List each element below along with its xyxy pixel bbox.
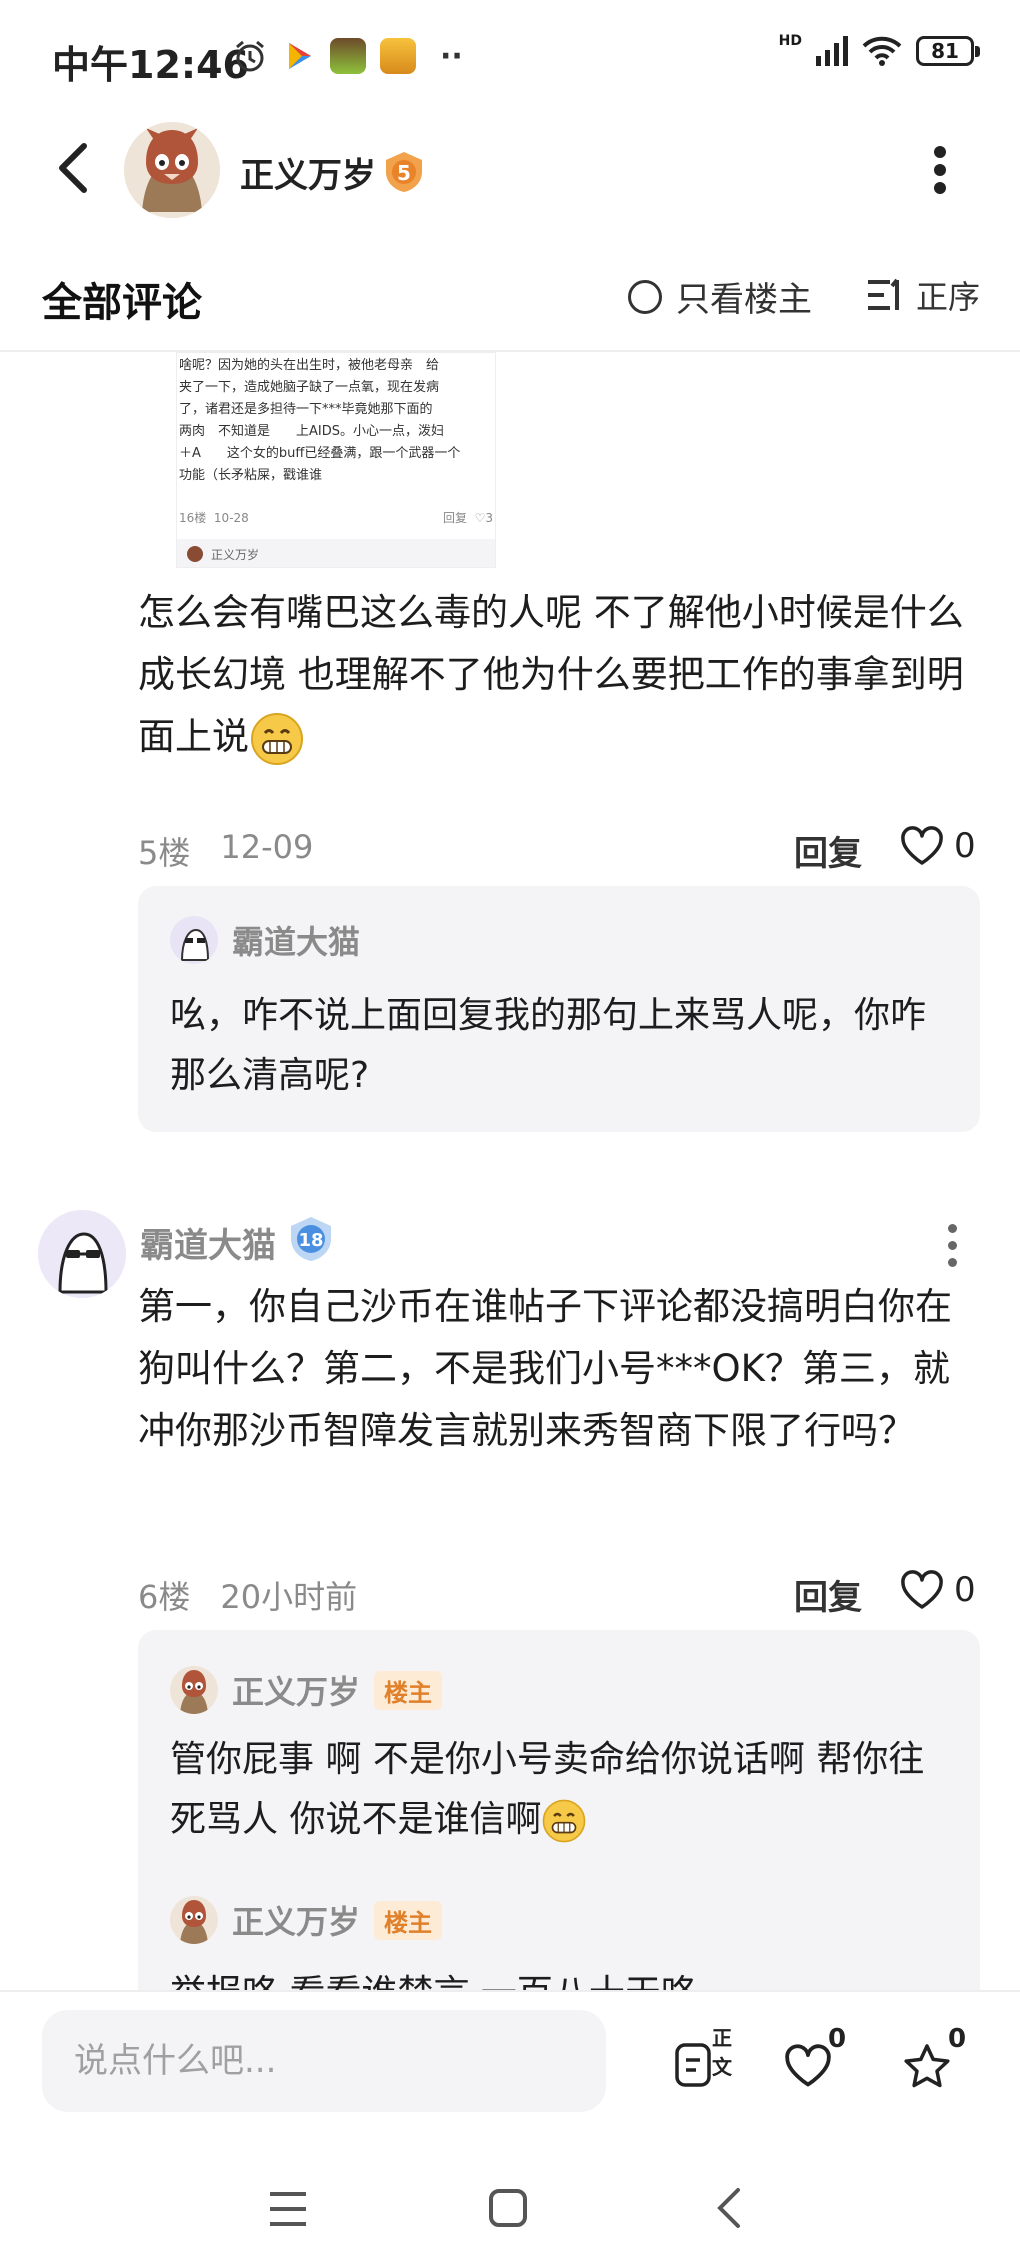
commenter-name[interactable]: 霸道大猫 bbox=[140, 1218, 276, 1267]
document-button[interactable]: 正文 bbox=[668, 2026, 732, 2094]
like-count: 0 bbox=[954, 826, 976, 866]
play-store-icon bbox=[289, 43, 311, 69]
level-badge: 18 bbox=[291, 1217, 331, 1261]
author-name[interactable]: 正义万岁 bbox=[240, 148, 376, 197]
comment-date: 20小时前 bbox=[220, 1578, 358, 1616]
signal-icon bbox=[816, 36, 848, 66]
reply-text: 吆，咋不说上面回复我的那句上来骂人呢，你咋那么清高呢? bbox=[170, 995, 927, 1096]
op-badge: 楼主 bbox=[374, 1670, 443, 1710]
only-op-label: 只看楼主 bbox=[676, 280, 812, 320]
home-square-icon[interactable] bbox=[488, 2188, 528, 2228]
op-badge: 楼主 bbox=[374, 1900, 443, 1940]
reply-text: 管你屁事 啊 不是你小号卖命给你说话啊 帮你往死骂人 你说不是谁信啊 bbox=[170, 1730, 960, 1850]
level-badge: 5 bbox=[386, 152, 422, 192]
comment-6-meta: 6楼 20小时前 bbox=[138, 1572, 357, 1618]
document-label: 正文 bbox=[712, 2026, 732, 2079]
reply-header: 正义万岁 楼主 bbox=[170, 1896, 443, 1944]
system-nav-bar bbox=[0, 2150, 1020, 2267]
embedded-date: 10-28 bbox=[213, 511, 249, 525]
back-arrow-icon[interactable] bbox=[56, 142, 90, 194]
heart-icon bbox=[785, 2044, 831, 2087]
status-bar: 中午12:46 ·· HD 81 bbox=[0, 0, 1020, 110]
reply-box[interactable]: 正义万岁 楼主 管你屁事 啊 不是你小号卖命给你说话啊 帮你往死骂人 你说不是谁… bbox=[138, 1630, 980, 2010]
embedded-reply: 回复 bbox=[442, 511, 467, 525]
embedded-likes: 3 bbox=[485, 511, 493, 525]
embedded-user-bar: 正义万岁 bbox=[177, 539, 495, 567]
comments-title: 全部评论 bbox=[42, 280, 202, 326]
status-more: ·· bbox=[440, 38, 463, 74]
reply-header: 霸道大猫 bbox=[170, 916, 360, 964]
embedded-text: 啥呢？因为她的头在出生时，被他老母亲 给 夹了一下，造成她脑子缺了一点氧，现在发… bbox=[179, 355, 493, 487]
status-time: 中午12:46 bbox=[52, 43, 249, 87]
embedded-line: 夹了一下，造成她脑子缺了一点氧，现在发病 bbox=[179, 380, 440, 395]
floor-label: 6楼 bbox=[138, 1578, 191, 1616]
avatar[interactable] bbox=[170, 1896, 218, 1944]
comment-date: 12-09 bbox=[220, 828, 314, 866]
like-post-count: 0 bbox=[828, 2024, 847, 2054]
favorite-count: 0 bbox=[948, 2024, 967, 2054]
circle-radio-icon bbox=[628, 279, 662, 314]
like-count: 0 bbox=[954, 1570, 976, 1610]
grin-emoji-icon bbox=[251, 712, 303, 765]
game-app2-icon bbox=[380, 38, 416, 74]
avatar[interactable] bbox=[170, 1666, 218, 1714]
heart-icon bbox=[901, 826, 943, 865]
grin-emoji-icon bbox=[543, 1799, 586, 1843]
network-label: HD bbox=[778, 33, 802, 49]
star-icon bbox=[904, 2044, 950, 2088]
sort-icon bbox=[868, 278, 899, 310]
reply-button[interactable]: 回复 bbox=[794, 826, 862, 875]
floor-label: 5楼 bbox=[138, 834, 191, 872]
embedded-line: 功能（长矛粘屎，戳谁谁 bbox=[179, 468, 323, 483]
comment-5-meta: 5楼 12-09 bbox=[138, 828, 313, 874]
more-vertical-icon[interactable] bbox=[930, 146, 950, 194]
battery-indicator: 81 bbox=[916, 36, 980, 66]
comment-6-text: 第一，你自己沙币在谁帖子下评论都没搞明白你在狗叫什么？第二，不是我们小号***O… bbox=[138, 1285, 952, 1452]
sort-toggle[interactable]: 正序 bbox=[866, 272, 980, 318]
embedded-screenshot-image[interactable]: 啥呢？因为她的头在出生时，被他老母亲 给 夹了一下，造成她脑子缺了一点氧，现在发… bbox=[176, 352, 496, 568]
embedded-meta: 16楼 10-28 回复 ♡3 bbox=[179, 511, 493, 525]
avatar[interactable] bbox=[170, 916, 218, 964]
heart-icon bbox=[901, 1570, 943, 1609]
embedded-user: 正义万岁 bbox=[211, 547, 260, 562]
sort-label: 正序 bbox=[916, 278, 981, 316]
nav-back-icon[interactable] bbox=[714, 2186, 744, 2230]
level-badge-text: 5 bbox=[397, 161, 411, 185]
like-button[interactable]: 0 bbox=[900, 1570, 976, 1610]
document-icon bbox=[675, 2043, 711, 2087]
comment-input[interactable]: 说点什么吧... bbox=[42, 2010, 606, 2112]
menu-icon[interactable] bbox=[268, 2190, 308, 2228]
avatar[interactable] bbox=[38, 1210, 126, 1298]
embedded-line: 了，诸君还是多担待一下***毕竟她那下面的 bbox=[179, 402, 433, 417]
reply-user-name[interactable]: 正义万岁 bbox=[232, 1667, 360, 1713]
game-app-icon bbox=[330, 38, 366, 74]
status-right-icons: HD 81 bbox=[778, 33, 980, 66]
section-divider bbox=[0, 350, 1020, 352]
status-left-icons: ·· bbox=[232, 38, 463, 74]
level-badge-text: 18 bbox=[298, 1230, 323, 1251]
alarm-icon bbox=[236, 40, 264, 72]
reply-button[interactable]: 回复 bbox=[794, 1570, 862, 1619]
embedded-line: 啥呢？因为她的头在出生时，被他老母亲 给 bbox=[179, 358, 440, 373]
embedded-avatar bbox=[187, 546, 203, 562]
embedded-floor: 16楼 bbox=[179, 511, 207, 525]
reply-user-name[interactable]: 正义万岁 bbox=[232, 1897, 360, 1943]
reply-box[interactable]: 霸道大猫 吆，咋不说上面回复我的那句上来骂人呢，你咋那么清高呢? bbox=[138, 886, 980, 1132]
only-op-toggle[interactable]: 只看楼主 bbox=[628, 272, 812, 321]
like-button[interactable]: 0 bbox=[900, 826, 976, 866]
more-vertical-icon[interactable] bbox=[948, 1224, 957, 1267]
reply-user-name[interactable]: 霸道大猫 bbox=[232, 917, 360, 963]
like-post-button[interactable]: 0 bbox=[782, 2024, 852, 2094]
favorite-button[interactable]: 0 bbox=[900, 2024, 970, 2094]
reply-header: 正义万岁 楼主 bbox=[170, 1666, 443, 1714]
comment-5-text: 怎么会有嘴巴这么毒的人呢 不了解他小时候是什么成长幻境 也理解不了他为什么要把工… bbox=[138, 582, 978, 768]
embedded-line: ＋A 这个女的buff已经叠满，跟一个武器一个 bbox=[179, 446, 461, 461]
author-avatar[interactable] bbox=[124, 122, 220, 218]
wifi-icon bbox=[862, 36, 902, 66]
embedded-line: 两肉 不知道是 上AIDS。小心一点，泼妇 bbox=[179, 424, 444, 439]
